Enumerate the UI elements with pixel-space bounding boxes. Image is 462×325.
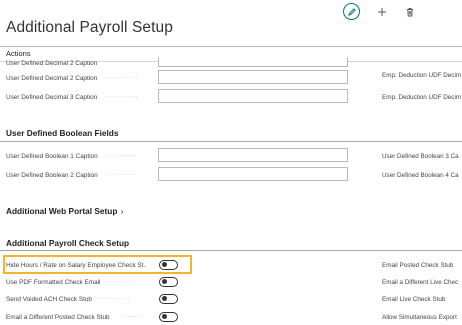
- chevron-right-icon: ›: [120, 206, 124, 216]
- right-label-decimal-3: Emp. Deduction UDF Decim: [382, 94, 462, 101]
- leader-dots: ··········: [96, 296, 131, 302]
- right-label-decimal-1: Emp. Deduction UDF Decim: [382, 72, 462, 79]
- leader-dots: ·········: [104, 279, 136, 285]
- decimal-2-input[interactable]: [158, 70, 348, 84]
- boolean-1-input[interactable]: [158, 148, 348, 162]
- delete-button[interactable]: [401, 3, 418, 20]
- pencil-icon: [347, 7, 356, 16]
- leader-dots: ·········: [106, 172, 138, 178]
- section-divider: [0, 141, 462, 142]
- trash-icon: [406, 7, 413, 16]
- toggle-knob: [162, 296, 167, 302]
- edit-button[interactable]: [343, 3, 360, 20]
- leader-dots: ··········: [104, 75, 139, 81]
- field-label-hide-hours: Hide Hours / Rate on Salary Employee Che…: [6, 262, 146, 269]
- leader-dots: ·····: [124, 314, 142, 320]
- boolean-2-input[interactable]: [158, 167, 348, 181]
- page-title: Additional Payroll Setup: [6, 19, 173, 36]
- right-label-boolean-4: User Defined Boolean 4 Ca: [382, 172, 459, 179]
- right-label-email-posted: Email Posted Check Stub: [382, 262, 454, 269]
- leader-dots: ··········: [104, 94, 139, 100]
- section-header-check: Additional Payroll Check Setup: [6, 238, 130, 248]
- web-portal-title: Additional Web Portal Setup: [6, 206, 118, 216]
- pdf-email-toggle[interactable]: [159, 277, 178, 287]
- field-label-decimal-1: User Defined Decimal 2 Caption: [6, 60, 98, 67]
- section-header-boolean: User Defined Boolean Fields: [6, 128, 119, 138]
- section-divider: [0, 250, 462, 251]
- add-button[interactable]: [373, 3, 390, 20]
- right-label-email-live: Email Live Check Stub: [382, 296, 446, 303]
- section-header-web-portal[interactable]: Additional Web Portal Setup ›: [6, 206, 123, 216]
- toggle-knob: [162, 279, 167, 285]
- different-posted-toggle[interactable]: [159, 312, 178, 322]
- decimal-3-input[interactable]: [158, 89, 348, 103]
- toggle-knob: [162, 262, 167, 268]
- right-label-boolean-3: User Defined Boolean 3 Ca: [382, 153, 459, 160]
- hide-hours-toggle[interactable]: [159, 260, 178, 270]
- voided-ach-toggle[interactable]: [159, 294, 178, 304]
- right-label-simultaneous-export: Allow Simultaneous Export: [382, 314, 457, 321]
- field-label-voided-ach: Send Voided ACH Check Stub: [6, 296, 92, 303]
- actions-label: Actions: [6, 49, 31, 58]
- leader-dots: ·········: [106, 153, 138, 159]
- decimal-1-input[interactable]: [158, 57, 348, 67]
- right-label-email-different-live: Email a Different Live Chec: [382, 279, 459, 286]
- toggle-knob: [162, 314, 167, 320]
- plus-icon: [377, 7, 386, 16]
